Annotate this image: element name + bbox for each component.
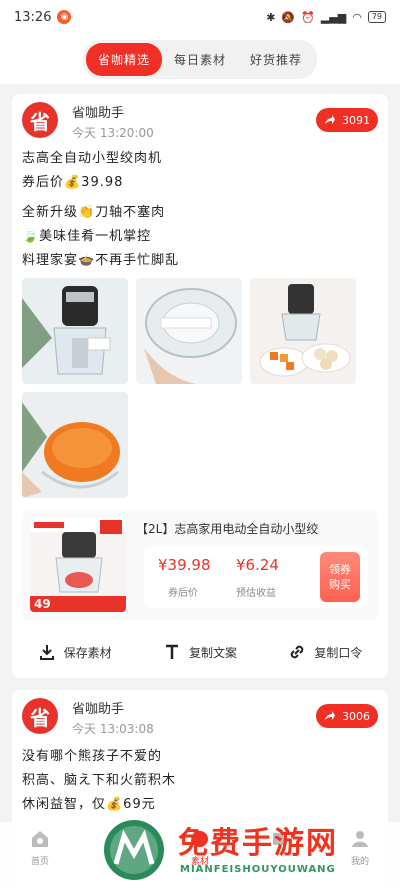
product-photo[interactable] xyxy=(22,392,128,498)
text-icon xyxy=(165,644,178,659)
post-text-line: 积高、脑え下和火箭积木 xyxy=(22,773,177,788)
top-bar: 省咖精选 每日素材 好货推荐 xyxy=(0,34,400,84)
copy-code-button[interactable]: 复制口令 xyxy=(288,643,362,661)
bluetooth-icon: ✱ xyxy=(266,10,276,24)
post-text-line: 券后价💰39.98 xyxy=(22,175,124,190)
product-image: 49 xyxy=(30,518,126,612)
share-count: 3006 xyxy=(342,709,370,723)
post-text-line: 料理家宴🍲不再手忙脚乱 xyxy=(22,253,180,268)
minced-carrot-photo xyxy=(22,392,128,498)
tab-daily-material[interactable]: 每日素材 xyxy=(162,43,238,76)
post-time: 今天 13:20:00 xyxy=(72,126,154,140)
price-box: ¥39.98 券后价 ¥6.24 预估收益 领券 购买 xyxy=(144,546,368,608)
share-icon xyxy=(325,115,335,124)
copy-code-label: 复制口令 xyxy=(314,645,363,660)
post-time: 今天 13:03:08 xyxy=(72,722,154,736)
status-bar: 13:26 ◉ ✱ 🔕 ⏰ ▂▄▆ ◠ 79 xyxy=(0,0,400,34)
share-button[interactable]: 3091 xyxy=(316,108,378,132)
post-text-line: 志高全自动小型绞肉机 xyxy=(22,151,163,166)
coupon-label-top: 领券 xyxy=(329,563,351,576)
post-card: 省 省咖助手 今天 13:20:00 3091 志高全自动小型绞肉机 券后价💰3… xyxy=(12,94,388,678)
coupon-label-bottom: 购买 xyxy=(329,578,351,591)
product-photo[interactable] xyxy=(136,278,242,384)
post-actions: 保存素材 复制文案 复制口令 xyxy=(12,634,388,670)
estimated-income: ¥6.24 xyxy=(236,556,279,574)
tab-group: 省咖精选 每日素材 好货推荐 xyxy=(82,39,318,79)
status-icons: ✱ 🔕 ⏰ ▂▄▆ ◠ 79 xyxy=(266,11,386,24)
avatar[interactable]: 省 xyxy=(22,102,58,138)
author-name: 省咖助手 xyxy=(72,106,125,121)
post-text-line: 🍃美味佳肴一机掌控 xyxy=(22,229,152,244)
tab-recommend[interactable]: 好货推荐 xyxy=(238,43,314,76)
post-text-line: 全新升级👏刀轴不塞肉 xyxy=(22,205,166,220)
mute-icon: 🔕 xyxy=(281,10,296,24)
bowl-photo xyxy=(136,278,242,384)
estimated-income-label: 预估收益 xyxy=(236,588,276,599)
author-name: 省咖助手 xyxy=(72,702,125,717)
battery-icon: 79 xyxy=(367,11,386,23)
copy-text-button[interactable]: 复制文案 xyxy=(163,643,237,661)
grinder-photo xyxy=(22,278,128,384)
share-count: 3091 xyxy=(342,113,370,127)
signal-icon: ▂▄▆ xyxy=(320,10,347,24)
download-icon xyxy=(39,645,54,660)
link-icon xyxy=(291,645,304,659)
ingredients-photo xyxy=(250,278,356,384)
alarm-icon: ⏰ xyxy=(301,10,315,24)
watermark-subtitle: MIANFEISHOUYOUWANG xyxy=(180,864,336,875)
product-title: 【2L】志高家用电动全自动小型绞 xyxy=(136,522,319,536)
nav-home[interactable]: 首页 xyxy=(10,828,70,867)
get-coupon-button[interactable]: 领券 购买 xyxy=(320,552,360,602)
tab-selected[interactable]: 省咖精选 xyxy=(85,42,162,76)
post-text-line: 没有哪个熊孩子不爱的 xyxy=(22,749,163,764)
notification-icon: ◉ xyxy=(57,10,72,24)
status-time: 13:26 xyxy=(14,9,52,25)
avatar[interactable]: 省 xyxy=(22,698,58,734)
watermark-logo xyxy=(104,820,164,880)
wifi-icon: ◠ xyxy=(352,10,362,24)
share-icon xyxy=(325,711,335,720)
product-photo[interactable] xyxy=(22,278,128,384)
product-photo[interactable] xyxy=(250,278,356,384)
copy-text-label: 复制文案 xyxy=(188,645,237,660)
watermark-title: 免费手游网 xyxy=(178,826,338,861)
coupon-price-label: 券后价 xyxy=(168,588,198,599)
coupon-price: ¥39.98 xyxy=(158,556,211,574)
nav-home-label: 首页 xyxy=(30,857,49,867)
product-card[interactable]: 49 【2L】志高家用电动全自动小型绞 ¥39.98 券后价 ¥6.24 预估收… xyxy=(22,510,378,620)
save-material-label: 保存素材 xyxy=(63,645,112,660)
price-badge: 49 xyxy=(34,597,51,611)
home-icon xyxy=(32,831,48,847)
site-watermark: 免费手游网 MIANFEISHOUYOUWANG xyxy=(100,812,396,886)
share-button[interactable]: 3006 xyxy=(316,704,378,728)
save-material-button[interactable]: 保存素材 xyxy=(38,643,112,661)
